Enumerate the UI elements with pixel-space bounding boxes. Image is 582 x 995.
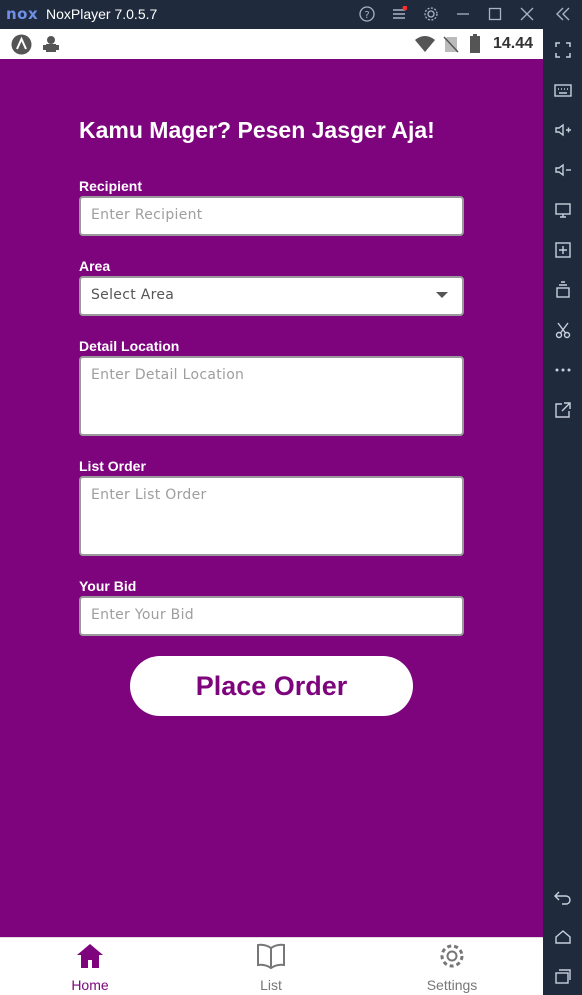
close-icon[interactable]: [517, 4, 537, 24]
scissors-icon[interactable]: [552, 319, 574, 341]
nox-logo: nox: [6, 5, 39, 23]
menu-icon[interactable]: [389, 4, 409, 24]
back-icon[interactable]: [552, 886, 574, 908]
home-icon: [75, 944, 105, 974]
apk-install-icon[interactable]: [552, 239, 574, 261]
book-icon: [256, 943, 286, 974]
place-order-button[interactable]: Place Order: [130, 656, 413, 716]
dropdown-arrow-icon: [436, 292, 448, 298]
svg-text:?: ?: [364, 10, 369, 21]
android-a-icon: [11, 34, 32, 60]
nav-label-home: Home: [71, 977, 109, 993]
area-selected-value: Select Area: [91, 287, 175, 303]
volume-up-icon[interactable]: [552, 119, 574, 141]
emulator-sidebar: [543, 29, 582, 995]
nav-label-list: List: [260, 977, 282, 993]
recipient-placeholder: Enter Recipient: [91, 207, 203, 223]
screen-icon[interactable]: [552, 199, 574, 221]
home-nav-icon[interactable]: [552, 926, 574, 948]
detail-location-label: Detail Location: [79, 338, 180, 354]
help-icon[interactable]: ?: [357, 4, 377, 24]
list-order-textarea[interactable]: Enter List Order: [79, 476, 464, 556]
nav-item-settings[interactable]: Settings: [412, 942, 492, 993]
multi-instance-icon[interactable]: [552, 279, 574, 301]
gear-icon[interactable]: [421, 4, 441, 24]
android-status-bar: 14.44: [0, 29, 543, 59]
your-bid-placeholder: Enter Your Bid: [91, 607, 194, 623]
window-title: NoxPlayer 7.0.5.7: [46, 6, 158, 22]
list-order-label: List Order: [79, 458, 146, 474]
battery-icon: [469, 34, 481, 59]
bottom-nav: Home List Settings: [0, 937, 543, 995]
more-icon[interactable]: [552, 359, 574, 381]
page-title: Kamu Mager? Pesen Jasger Aja!: [79, 117, 435, 143]
status-time: 14.44: [492, 35, 533, 52]
list-order-placeholder: Enter List Order: [91, 487, 207, 503]
window-titlebar: nox NoxPlayer 7.0.5.7 ?: [0, 0, 582, 29]
robot-icon: [42, 35, 60, 59]
gear-icon: [437, 944, 467, 974]
your-bid-input[interactable]: Enter Your Bid: [79, 596, 464, 636]
nav-item-list[interactable]: List: [231, 942, 311, 993]
keyboard-icon[interactable]: [552, 79, 574, 101]
nav-item-home[interactable]: Home: [50, 942, 130, 993]
wifi-icon: [415, 36, 435, 57]
collapse-sidebar-icon[interactable]: [553, 4, 573, 24]
fullscreen-icon[interactable]: [552, 39, 574, 61]
recent-apps-icon[interactable]: [552, 966, 574, 988]
android-screen: 14.44 Kamu Mager? Pesen Jasger Aja! Reci…: [0, 29, 543, 995]
area-select[interactable]: Select Area: [79, 276, 464, 316]
minimize-icon[interactable]: [453, 4, 473, 24]
recipient-label: Recipient: [79, 178, 143, 194]
detail-location-placeholder: Enter Detail Location: [91, 367, 245, 383]
area-label: Area: [79, 258, 111, 274]
detail-location-textarea[interactable]: Enter Detail Location: [79, 356, 464, 436]
maximize-icon[interactable]: [485, 4, 505, 24]
your-bid-label: Your Bid: [79, 578, 137, 594]
no-signal-icon: [443, 36, 459, 58]
volume-down-icon[interactable]: [552, 159, 574, 181]
recipient-input[interactable]: Enter Recipient: [79, 196, 464, 236]
nav-label-settings: Settings: [426, 977, 478, 993]
external-link-icon[interactable]: [552, 399, 574, 421]
